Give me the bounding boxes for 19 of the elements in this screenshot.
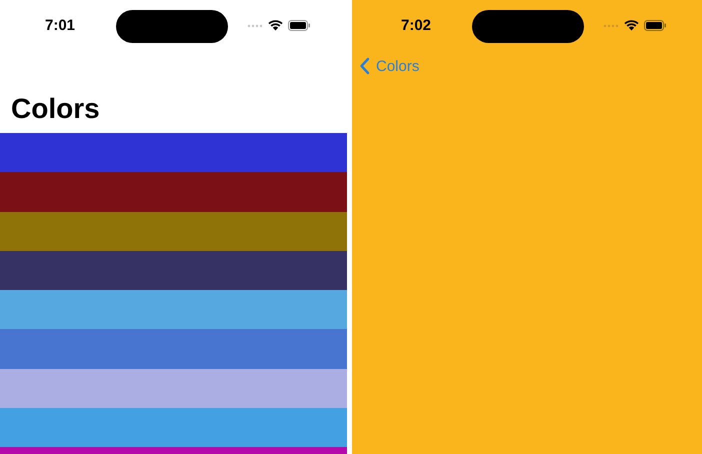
signal-icon [603, 24, 619, 28]
status-time: 7:01 [45, 17, 76, 34]
battery-icon [644, 20, 667, 31]
color-row[interactable] [0, 329, 347, 369]
color-row[interactable] [0, 408, 347, 448]
color-row[interactable] [0, 290, 347, 330]
screen-title: Colors [11, 92, 101, 126]
color-row[interactable] [0, 368, 347, 408]
back-button[interactable]: Colors [359, 57, 420, 75]
status-time: 7:02 [401, 17, 432, 34]
color-row[interactable] [0, 133, 347, 172]
chevron-left-icon [359, 57, 370, 75]
wifi-icon [624, 20, 639, 31]
color-row[interactable] [0, 250, 347, 290]
signal-icon [247, 24, 263, 28]
color-row[interactable] [0, 212, 347, 251]
battery-icon [288, 20, 311, 31]
wifi-icon [268, 20, 283, 31]
color-row[interactable] [0, 172, 347, 212]
